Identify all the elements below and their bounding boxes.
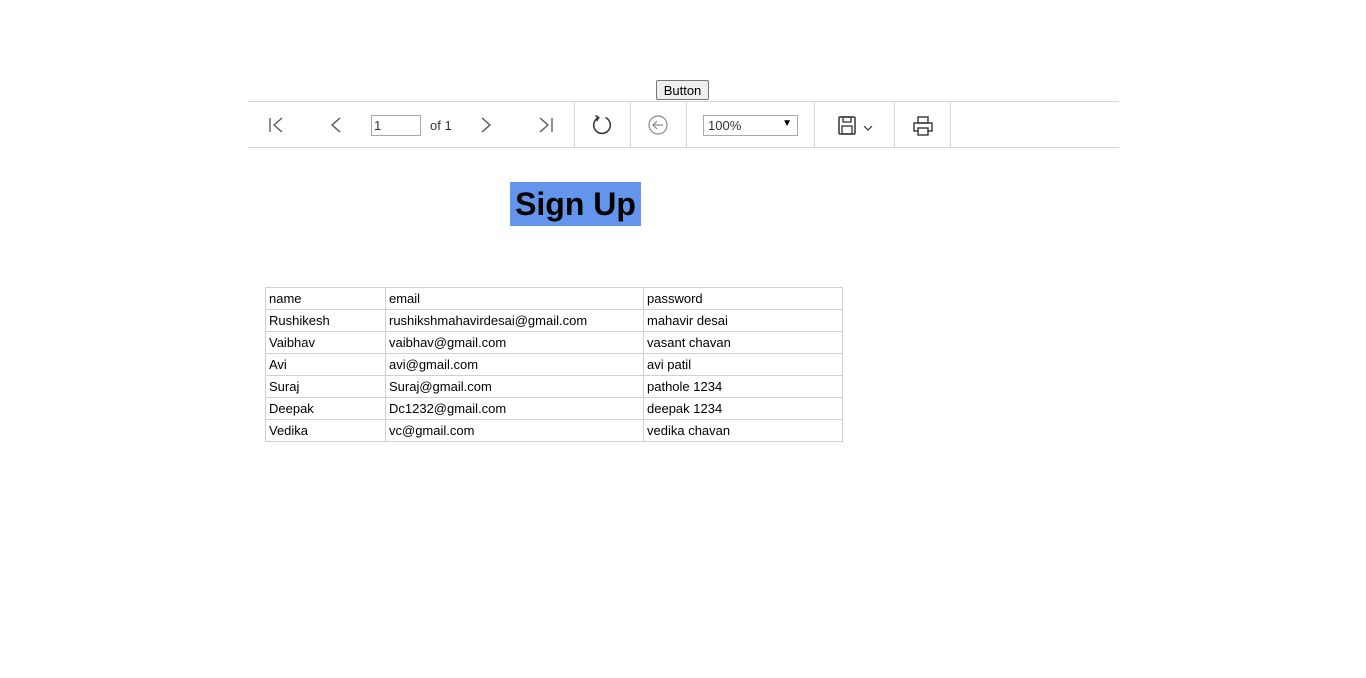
toolbar-separator xyxy=(814,102,815,148)
table-row: Avi avi@gmail.com avi patil xyxy=(265,353,843,376)
table-cell: Avi xyxy=(265,353,386,376)
table-header-row: name email password xyxy=(265,287,843,310)
page-number-input[interactable] xyxy=(371,115,421,136)
previous-page-icon[interactable] xyxy=(324,115,348,135)
table-cell: Vedika xyxy=(265,419,386,442)
dropdown-arrow-icon: ▼ xyxy=(782,118,792,129)
table-header-cell: email xyxy=(385,287,644,310)
page-title: Sign Up xyxy=(510,182,641,226)
table-cell: Suraj xyxy=(265,375,386,398)
table-cell: Suraj@gmail.com xyxy=(385,375,644,398)
zoom-select[interactable]: 100% ▼ xyxy=(703,115,798,136)
print-icon[interactable] xyxy=(910,114,936,138)
toolbar-separator xyxy=(686,102,687,148)
table-cell: Dc1232@gmail.com xyxy=(385,397,644,420)
report-viewer-page: Button of 1 xyxy=(0,0,1366,678)
table-cell: vc@gmail.com xyxy=(385,419,644,442)
table-header-cell: password xyxy=(643,287,843,310)
table-header-cell: name xyxy=(265,287,386,310)
table-row: Deepak Dc1232@gmail.com deepak 1234 xyxy=(265,397,843,420)
table-row: Rushikesh rushikshmahavirdesai@gmail.com m… xyxy=(265,309,843,332)
toolbar-separator xyxy=(574,102,575,148)
first-page-icon[interactable] xyxy=(264,115,288,135)
next-page-icon[interactable] xyxy=(474,115,498,135)
table-cell: vasant chavan xyxy=(643,331,843,354)
table-cell: vaibhav@gmail.com xyxy=(385,331,644,354)
last-page-icon[interactable] xyxy=(534,115,558,135)
table-cell: rushikshmahavirdesai@gmail.com xyxy=(385,309,644,332)
table-row: Vedika vc@gmail.com vedika chavan xyxy=(265,419,843,442)
table-cell: Vaibhav xyxy=(265,331,386,354)
table-cell: mahavir desai xyxy=(643,309,843,332)
back-icon[interactable] xyxy=(646,113,670,137)
table-cell: Deepak xyxy=(265,397,386,420)
toolbar-separator xyxy=(950,102,951,148)
table-cell: vedika chavan xyxy=(643,419,843,442)
table-cell: deepak 1234 xyxy=(643,397,843,420)
save-icon[interactable] xyxy=(834,115,878,137)
report-toolbar: of 1 xyxy=(248,101,1119,148)
refresh-icon[interactable] xyxy=(590,113,614,137)
top-button[interactable]: Button xyxy=(656,80,709,100)
users-table: name email password Rushikesh rushikshmahavi… xyxy=(265,287,843,442)
table-cell: pathole 1234 xyxy=(643,375,843,398)
table-cell: avi patil xyxy=(643,353,843,376)
zoom-value: 100% xyxy=(708,118,742,133)
table-row: Suraj Suraj@gmail.com pathole 1234 xyxy=(265,375,843,398)
table-cell: Rushikesh xyxy=(265,309,386,332)
toolbar-separator xyxy=(894,102,895,148)
table-cell: avi@gmail.com xyxy=(385,353,644,376)
page-count-label: of 1 xyxy=(430,118,452,133)
table-row: Vaibhav vaibhav@gmail.com vasant chavan xyxy=(265,331,843,354)
toolbar-separator xyxy=(630,102,631,148)
